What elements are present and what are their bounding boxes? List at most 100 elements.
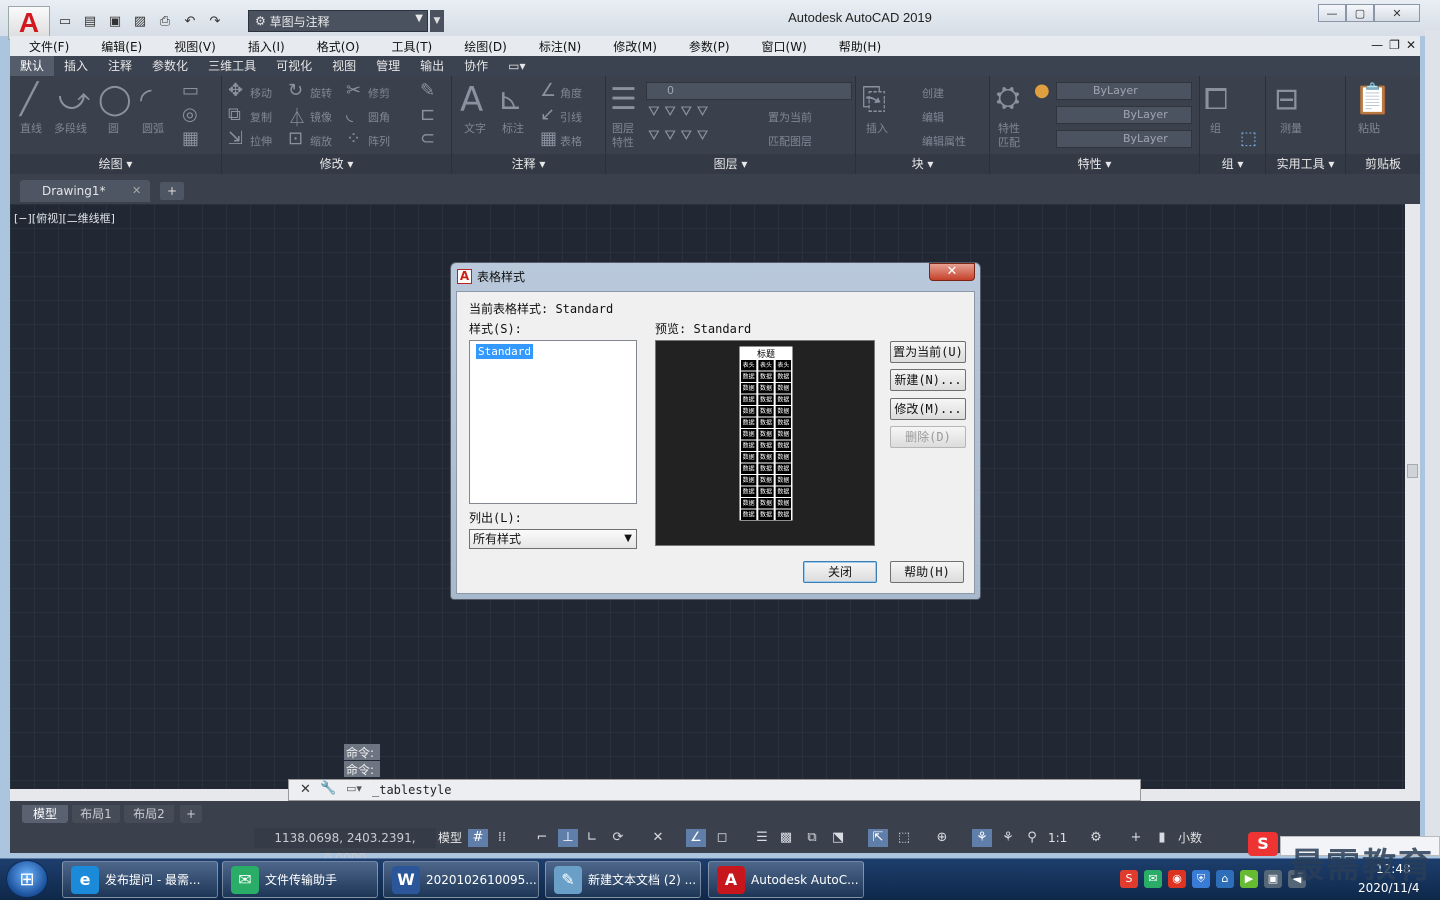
menu-help[interactable]: 帮助(H) <box>826 38 894 55</box>
groups-panel-title[interactable]: 组 ▾ <box>1200 154 1265 174</box>
gizmo-icon[interactable]: ⊕ <box>932 829 952 847</box>
start-button[interactable]: ⊞ <box>6 860 48 898</box>
paste-icon[interactable]: 📋 <box>1354 82 1391 117</box>
menu-tools[interactable]: 工具(T) <box>379 38 446 55</box>
modify-style-button[interactable]: 修改(M)... <box>890 398 966 420</box>
menu-format[interactable]: 格式(O) <box>304 38 373 55</box>
annotation-visibility-icon[interactable]: ⚘ <box>972 829 992 847</box>
close-icon[interactable]: ✕ <box>300 782 311 797</box>
tab-output[interactable]: 输出 <box>410 56 454 76</box>
doc-restore-icon[interactable]: ❐ <box>1389 38 1400 52</box>
dynamic-input-icon[interactable]: ⊥ <box>558 829 578 847</box>
trim-icon[interactable]: ✂ <box>346 80 361 101</box>
region-icon[interactable]: ▦ <box>182 128 199 149</box>
isodraft-icon[interactable]: ✕ <box>648 829 668 847</box>
set-current-label[interactable]: 置为当前 <box>768 109 812 125</box>
measure-icon[interactable]: ⊟ <box>1274 82 1299 117</box>
fillet-icon[interactable]: ◟ <box>346 104 353 125</box>
tab-annotate[interactable]: 注释 <box>98 56 142 76</box>
angle-icon[interactable]: ∠ <box>540 80 556 101</box>
dynamic-ucs-icon[interactable]: ⇱ <box>868 829 888 847</box>
3d-osnap-icon[interactable]: ⬔ <box>828 829 848 847</box>
hatch-icon[interactable]: ◎ <box>182 104 198 125</box>
command-prompt-icon[interactable]: ▭▾ <box>346 782 362 795</box>
units-icon[interactable]: ▮ <box>1152 829 1172 847</box>
tab-visualize[interactable]: 可视化 <box>266 56 322 76</box>
color-dropdown[interactable]: ByLayer <box>1056 82 1192 100</box>
doc-minimize-icon[interactable]: — <box>1371 38 1383 52</box>
menu-file[interactable]: 文件(F) <box>16 38 82 55</box>
linetype-dropdown[interactable]: ByLayer <box>1056 106 1192 124</box>
tab-layout2[interactable]: 布局2 <box>124 805 174 823</box>
grid-icon[interactable]: # <box>468 829 488 847</box>
offset-icon[interactable]: ⊏ <box>420 104 435 125</box>
new-file-icon[interactable]: ▭ <box>54 11 76 31</box>
lineweight-icon[interactable]: ☰ <box>752 829 772 847</box>
dimension-icon[interactable]: ⊾ <box>498 82 523 117</box>
style-item-standard[interactable]: Standard <box>476 344 533 359</box>
text-icon[interactable]: A <box>460 80 483 120</box>
tab-view[interactable]: 视图 <box>322 56 366 76</box>
erase-icon[interactable]: ✎ <box>420 80 435 101</box>
close-tab-icon[interactable]: ✕ <box>132 180 141 202</box>
annotation-panel-title[interactable]: 注释 ▾ <box>452 154 605 174</box>
wrench-icon[interactable]: 🔧 <box>320 781 336 796</box>
layer-properties-icon[interactable]: ☰ <box>610 82 637 117</box>
block-panel-title[interactable]: 块 ▾ <box>856 154 989 174</box>
taskbar-item[interactable]: ✎ 新建文本文档 (2) ... <box>545 861 701 898</box>
stretch-icon[interactable]: ⇲ <box>228 128 243 149</box>
tab-parametric[interactable]: 参数化 <box>142 56 198 76</box>
undo-icon[interactable]: ↶ <box>179 11 201 31</box>
tab-manage[interactable]: 管理 <box>366 56 410 76</box>
rotate-icon[interactable]: ↻ <box>288 80 303 101</box>
file-tab-drawing1[interactable]: Drawing1* <box>20 180 150 202</box>
taskbar-item[interactable]: A Autodesk AutoC... <box>708 861 864 898</box>
tab-model[interactable]: 模型 <box>22 805 68 823</box>
save-icon[interactable]: ▣ <box>104 11 126 31</box>
dialog-title-bar[interactable] <box>451 263 980 289</box>
list-filter-select[interactable]: 所有样式 ▼ <box>469 529 637 549</box>
close-button[interactable]: ✕ <box>1374 4 1420 22</box>
circle-icon[interactable]: ◯ <box>98 82 132 117</box>
qat-customize-button[interactable]: ▼ <box>430 10 444 32</box>
command-input[interactable] <box>372 782 962 798</box>
delete-style-button[interactable]: 删除(D) <box>890 426 966 448</box>
workspace-selector[interactable]: ⚙ 草图与注释 ▼ <box>248 10 428 32</box>
utilities-panel-title[interactable]: 实用工具 ▾ <box>1266 154 1345 174</box>
minimize-button[interactable]: — <box>1318 4 1346 22</box>
object-snap-icon[interactable]: ◻ <box>712 829 732 847</box>
tab-collaborate[interactable]: 协作 <box>454 56 498 76</box>
layer-dropdown[interactable]: 0 <box>646 82 852 100</box>
create-block-label[interactable]: 创建 <box>922 85 944 101</box>
taskbar-item[interactable]: ✉ 文件传输助手 <box>222 861 378 898</box>
annotation-scale-icon[interactable]: ⚲ <box>1022 829 1042 847</box>
scale-icon[interactable]: ⊡ <box>288 128 303 149</box>
mirror-icon[interactable]: ⏃ <box>288 104 306 130</box>
doc-close-icon[interactable]: ✕ <box>1406 38 1416 52</box>
layer-tools-icon-2[interactable]: ⛛ ⛛ ⛛ ⛛ <box>648 128 708 144</box>
menu-draw[interactable]: 绘图(D) <box>451 38 520 55</box>
annotation-monitor-icon[interactable]: + <box>1126 829 1146 847</box>
menu-view[interactable]: 视图(V) <box>161 38 229 55</box>
group-icon[interactable]: ⧠ <box>1204 82 1228 117</box>
leader-icon[interactable]: ↙ <box>540 104 555 125</box>
menu-dimension[interactable]: 标注(N) <box>526 38 594 55</box>
arc-icon[interactable]: ◜ <box>140 82 152 117</box>
sogou-icon[interactable]: S <box>1120 870 1138 888</box>
ortho-icon[interactable]: ∟ <box>582 829 602 847</box>
workspace-switch-icon[interactable]: ⚙ <box>1086 829 1106 847</box>
edit-attributes-label[interactable]: 编辑属性 <box>922 133 966 149</box>
model-space-button[interactable]: 模型 <box>438 829 462 847</box>
table-icon[interactable]: ▦ <box>540 128 557 149</box>
menu-parametric[interactable]: 参数(P) <box>676 38 743 55</box>
transparency-icon[interactable]: ▩ <box>776 829 796 847</box>
selection-filter-icon[interactable]: ⬚ <box>894 829 914 847</box>
set-current-button[interactable]: 置为当前(U) <box>890 341 966 363</box>
coordinates-display[interactable]: 1138.0698, 2403.2391, 0.0000 <box>254 828 436 865</box>
close-dialog-button[interactable]: 关闭 <box>803 561 877 583</box>
edit-block-label[interactable]: 编辑 <box>922 109 944 125</box>
copy-icon[interactable]: ⧉ <box>228 104 241 125</box>
redo-icon[interactable]: ↷ <box>204 11 226 31</box>
menu-insert[interactable]: 插入(I) <box>235 38 298 55</box>
outer-vertical-scrollbar[interactable] <box>1425 30 1440 850</box>
